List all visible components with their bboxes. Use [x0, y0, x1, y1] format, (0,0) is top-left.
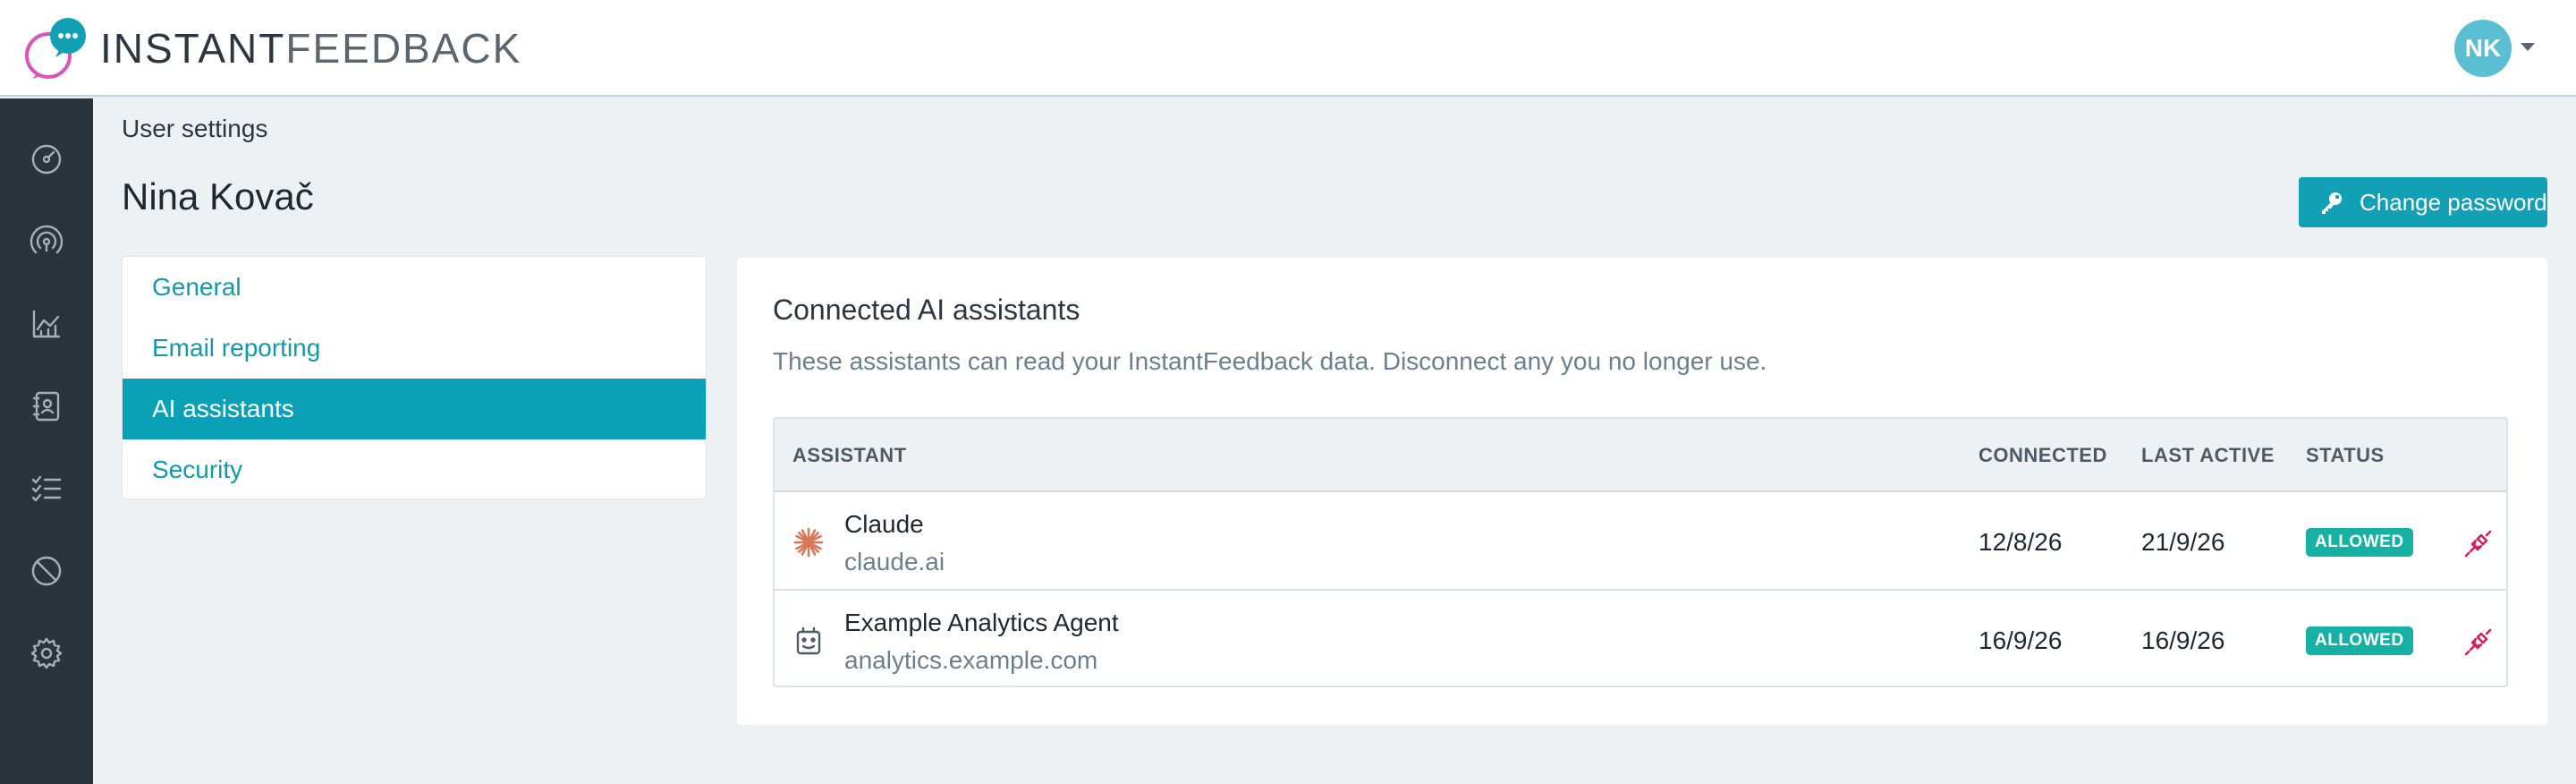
claude-sunburst-icon	[792, 526, 825, 558]
change-password-button[interactable]: Change password	[2299, 177, 2547, 227]
top-bar: INSTANTFEEDBACK NK	[0, 0, 2576, 97]
panel-description: These assistants can read your InstantFe…	[773, 347, 1767, 375]
column-header-status: STATUS	[2306, 444, 2385, 466]
panel-title: Connected AI assistants	[773, 294, 1080, 326]
table-row: Claude claude.ai 12/8/26 21/9/26 ALLOWED	[775, 494, 2506, 591]
assistant-name: Example Analytics Agent	[844, 609, 1119, 636]
sidebar-nav	[0, 98, 93, 784]
status-badge: ALLOWED	[2306, 528, 2413, 557]
column-header-assistant: ASSISTANT	[792, 444, 907, 466]
menu-item-ai-assistants[interactable]: AI assistants	[123, 379, 706, 439]
user-avatar[interactable]: NK	[2454, 20, 2512, 77]
key-icon	[2322, 192, 2342, 214]
robot-icon	[792, 625, 825, 657]
app-logo[interactable]: INSTANTFEEDBACK	[20, 16, 521, 81]
table-row: Example Analytics Agent analytics.exampl…	[775, 592, 2506, 686]
logo-word-light: FEEDBACK	[285, 25, 522, 72]
caret-down-icon[interactable]	[2521, 43, 2535, 51]
logo-wordmark: INSTANTFEEDBACK	[100, 24, 521, 72]
assistant-name: Claude	[844, 510, 924, 538]
logo-chat-bubbles-icon	[25, 18, 86, 79]
contacts-book-icon[interactable]	[27, 387, 66, 426]
gear-icon[interactable]	[27, 634, 66, 673]
disconnect-plug-icon[interactable]	[2463, 528, 2494, 558]
block-icon[interactable]	[27, 551, 66, 591]
column-header-last-active: LAST ACTIVE	[2141, 444, 2275, 466]
menu-item-security[interactable]: Security	[123, 439, 706, 499]
table-header: ASSISTANT CONNECTED LAST ACTIVE STATUS	[775, 419, 2506, 492]
menu-item-email-reporting[interactable]: Email reporting	[123, 318, 706, 379]
page-title: Nina Kovač	[122, 175, 314, 217]
breadcrumb: User settings	[122, 115, 268, 142]
last-active-date: 21/9/26	[2141, 528, 2225, 556]
menu-item-general[interactable]: General	[123, 257, 706, 318]
dashboard-gauge-icon[interactable]	[27, 140, 66, 179]
ai-assistants-panel: Connected AI assistants These assistants…	[737, 258, 2547, 725]
analytics-chart-icon[interactable]	[27, 304, 66, 344]
assistant-domain: analytics.example.com	[844, 646, 1098, 674]
connected-date: 12/8/26	[1979, 528, 2063, 556]
column-header-connected: CONNECTED	[1979, 444, 2107, 466]
settings-menu: General Email reporting AI assistants Se…	[122, 256, 707, 499]
last-active-date: 16/9/26	[2141, 626, 2225, 654]
logo-word-bold: INSTANT	[100, 25, 286, 72]
broadcast-icon[interactable]	[27, 222, 66, 261]
status-badge: ALLOWED	[2306, 626, 2413, 655]
connected-date: 16/9/26	[1979, 626, 2063, 654]
assistants-table: ASSISTANT CONNECTED LAST ACTIVE STATUS C…	[773, 417, 2508, 687]
disconnect-plug-icon[interactable]	[2463, 626, 2494, 657]
change-password-label: Change password	[2360, 188, 2547, 216]
checklist-icon[interactable]	[27, 469, 66, 508]
assistant-domain: claude.ai	[844, 548, 945, 575]
